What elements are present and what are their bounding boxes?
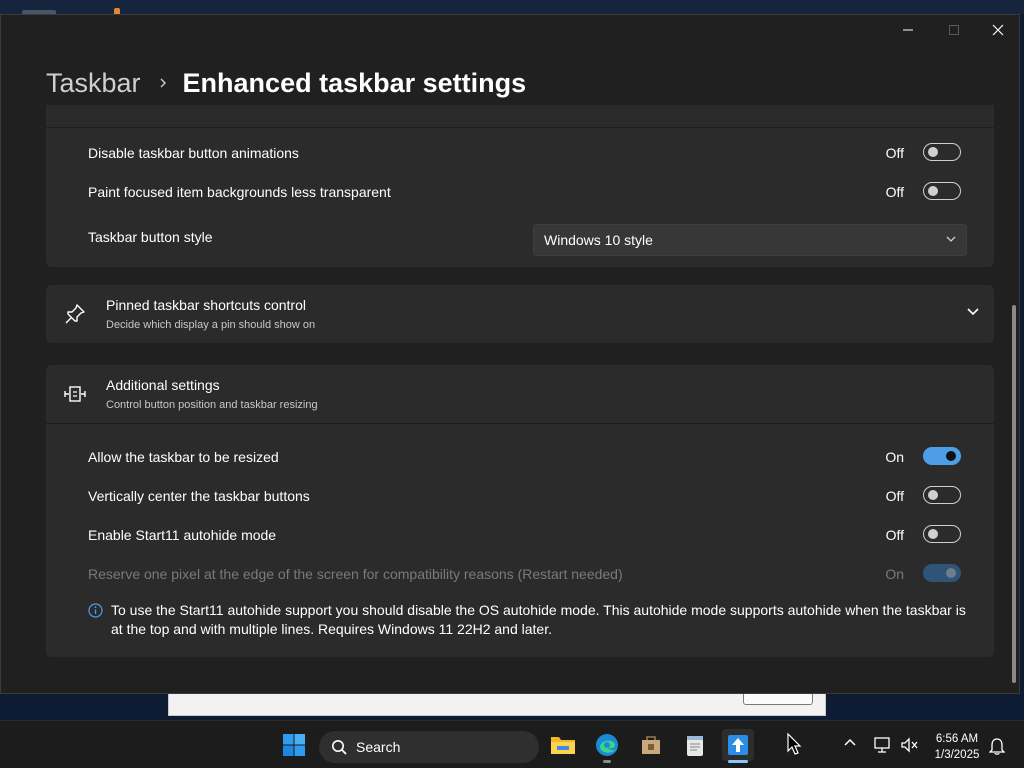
setting-row-allow-resize: Allow the taskbar to be resized On <box>46 439 994 475</box>
toggle-knob <box>928 147 938 157</box>
setting-row-autohide: Enable Start11 autohide mode Off <box>46 517 994 553</box>
setting-row-reserve-pixel: Reserve one pixel at the edge of the scr… <box>46 556 994 592</box>
volume-muted-icon[interactable] <box>900 736 920 754</box>
button-style-dropdown[interactable]: Windows 10 style <box>533 224 967 256</box>
store-icon <box>642 736 660 754</box>
system-clock[interactable]: 6:56 AM 1/3/2025 <box>928 731 986 763</box>
taskbar: Search 6:56 AM 1/3/2025 <box>0 720 1024 768</box>
taskbar-search-box[interactable]: Search <box>319 731 539 763</box>
taskbar-appearance-card: Disable taskbar button animations Off Pa… <box>46 105 994 267</box>
minimize-button[interactable] <box>885 15 931 45</box>
setting-label: Enable Start11 autohide mode <box>88 527 277 543</box>
settings-content: Disable taskbar button animations Off Pa… <box>46 105 996 693</box>
setting-label: Reserve one pixel at the edge of the scr… <box>88 566 623 582</box>
clock-date: 1/3/2025 <box>934 749 980 761</box>
vertical-scrollbar[interactable] <box>1012 305 1016 683</box>
toggle-knob <box>928 186 938 196</box>
additional-settings-card: Additional settings Control button posit… <box>46 365 994 657</box>
pin-icon <box>65 304 85 324</box>
resize-icon <box>64 386 86 402</box>
page-title: Enhanced taskbar settings <box>182 67 527 98</box>
toggle-allow-resize[interactable] <box>923 447 961 465</box>
section-subtitle: Control button position and taskbar resi… <box>106 399 318 411</box>
toggle-knob <box>928 490 938 500</box>
taskbar-store[interactable] <box>635 729 667 761</box>
toggle-state-text: Off <box>885 488 904 504</box>
toggle-state-text: Off <box>885 184 904 200</box>
toggle-knob <box>928 529 938 539</box>
network-icon[interactable] <box>873 736 893 754</box>
close-icon <box>992 24 1004 36</box>
active-indicator <box>728 760 748 763</box>
notification-bell-icon[interactable] <box>989 737 1005 755</box>
dropdown-value: Windows 10 style <box>544 232 653 248</box>
desktop-top-strip <box>0 0 1024 14</box>
windows-start-icon <box>283 734 305 756</box>
setting-label: Allow the taskbar to be resized <box>88 449 279 465</box>
toggle-knob <box>946 451 956 461</box>
maximize-icon <box>949 25 959 35</box>
breadcrumb: Taskbar Enhanced taskbar settings <box>46 63 526 103</box>
search-icon <box>332 740 347 755</box>
notepad-icon <box>687 736 703 756</box>
section-title: Additional settings <box>106 377 220 393</box>
toggle-state-text: On <box>885 449 904 465</box>
maximize-button[interactable] <box>931 15 977 45</box>
taskbar-start11[interactable] <box>722 729 754 763</box>
chevron-down-icon[interactable] <box>966 307 980 317</box>
toggle-reserve-pixel <box>923 564 961 582</box>
expander-title: Pinned taskbar shortcuts control <box>106 297 306 313</box>
setting-label: Vertically center the taskbar buttons <box>88 488 310 504</box>
setting-row-paint-focused: Paint focused item backgrounds less tran… <box>46 174 994 210</box>
settings-window: Taskbar Enhanced taskbar settings Disabl… <box>0 14 1020 694</box>
clock-time: 6:56 AM <box>935 733 979 745</box>
setting-label: Disable taskbar button animations <box>88 145 299 161</box>
search-placeholder: Search <box>356 739 401 755</box>
info-text: To use the Start11 autohide support you … <box>111 602 966 637</box>
toggle-state-text: Off <box>885 527 904 543</box>
pinned-shortcuts-expander[interactable]: Pinned taskbar shortcuts control Decide … <box>46 285 994 343</box>
toggle-autohide[interactable] <box>923 525 961 543</box>
file-explorer-icon <box>551 737 575 754</box>
toggle-disable-animations[interactable] <box>923 143 961 161</box>
card-divider <box>46 105 994 128</box>
setting-label: Taskbar button style <box>88 229 213 245</box>
taskbar-edge[interactable] <box>591 729 623 763</box>
chevron-right-icon <box>159 77 167 89</box>
start-button[interactable] <box>278 729 310 761</box>
toggle-state-text: Off <box>885 145 904 161</box>
close-button[interactable] <box>975 15 1019 45</box>
setting-row-vertical-center: Vertically center the taskbar buttons Of… <box>46 478 994 514</box>
info-icon <box>88 603 103 618</box>
expander-subtitle: Decide which display a pin should show o… <box>106 319 316 331</box>
breadcrumb-parent-link[interactable]: Taskbar <box>46 68 141 99</box>
toggle-state-text: On <box>885 566 904 582</box>
toggle-vertical-center[interactable] <box>923 486 961 504</box>
chevron-up-icon[interactable] <box>843 737 857 747</box>
taskbar-notepad[interactable] <box>679 729 711 761</box>
taskbar-file-explorer[interactable] <box>547 729 579 761</box>
setting-label: Paint focused item backgrounds less tran… <box>88 184 391 200</box>
setting-row-disable-animations: Disable taskbar button animations Off <box>46 135 994 171</box>
running-indicator <box>603 760 611 763</box>
chevron-down-icon <box>946 236 956 242</box>
start11-icon <box>728 735 748 755</box>
minimize-icon <box>903 29 913 31</box>
toggle-knob <box>946 568 956 578</box>
toggle-paint-focused[interactable] <box>923 182 961 200</box>
edge-icon <box>596 734 618 756</box>
additional-settings-header: Additional settings Control button posit… <box>46 365 994 424</box>
mouse-cursor-icon <box>787 732 802 755</box>
